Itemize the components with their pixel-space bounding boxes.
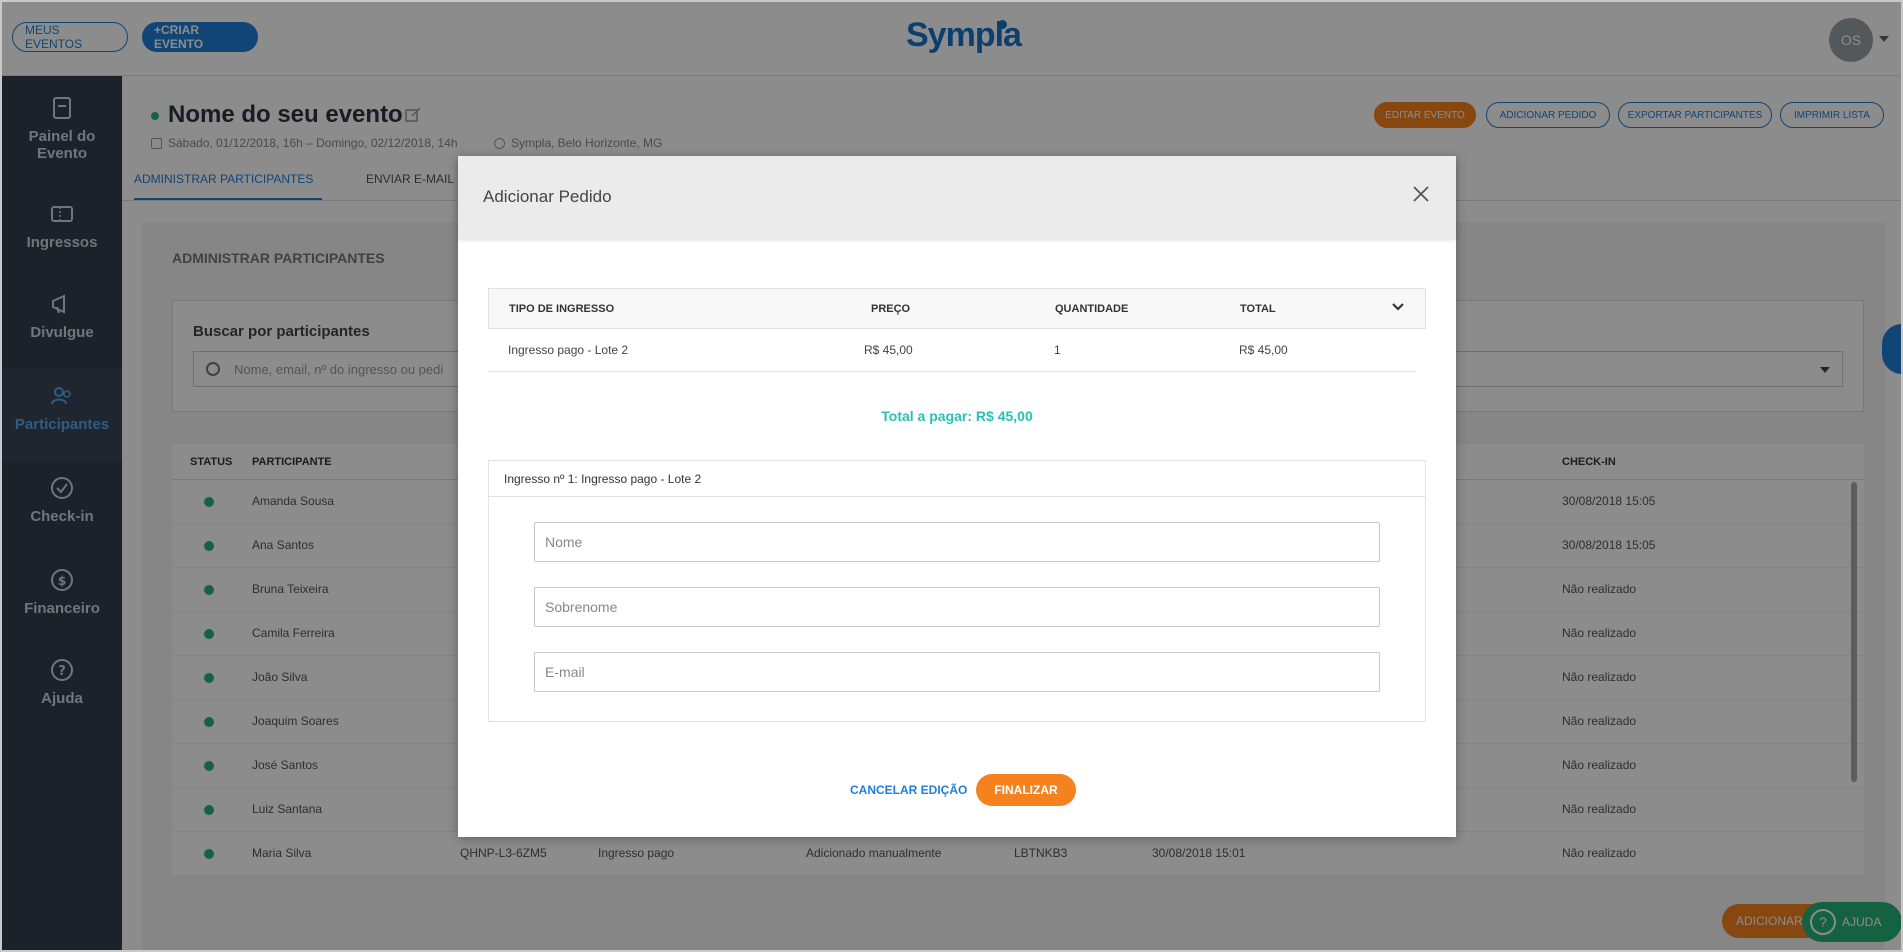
column-price: PREÇO bbox=[871, 303, 911, 315]
close-icon[interactable] bbox=[1409, 182, 1433, 206]
last-name-field[interactable]: Sobrenome bbox=[534, 587, 1380, 627]
column-ticket-type: TIPO DE INGRESSO bbox=[509, 303, 615, 315]
chevron-down-icon[interactable] bbox=[1391, 300, 1405, 314]
column-total: TOTAL bbox=[1240, 303, 1276, 315]
email-field[interactable]: E-mail bbox=[534, 652, 1380, 692]
finish-button[interactable]: FINALIZAR bbox=[976, 774, 1076, 806]
modal-title: Adicionar Pedido bbox=[483, 187, 612, 206]
ticket-type: Ingresso pago - Lote 2 bbox=[508, 343, 629, 357]
total-to-pay: Total a pagar: R$ 45,00 bbox=[881, 408, 1033, 424]
ticket-quantity: 1 bbox=[1054, 343, 1061, 357]
cancel-edit-button[interactable]: CANCELAR EDIÇÃO bbox=[850, 783, 967, 797]
app-window: MEUS EVENTOS +CRIAR EVENTO Sympla OS Pai… bbox=[0, 0, 1903, 952]
add-order-modal: Adicionar Pedido TIPO DE INGRESSO PREÇO … bbox=[458, 156, 1456, 837]
ticket-price: R$ 45,00 bbox=[864, 343, 913, 357]
ticket-form-header: Ingresso nº 1: Ingresso pago - Lote 2 bbox=[489, 461, 1425, 497]
modal-header: Adicionar Pedido bbox=[458, 156, 1456, 238]
first-name-field[interactable]: Nome bbox=[534, 522, 1380, 562]
order-table: TIPO DE INGRESSO PREÇO QUANTIDADE TOTAL … bbox=[488, 288, 1426, 372]
ticket-total: R$ 45,00 bbox=[1239, 343, 1288, 357]
order-row: Ingresso pago - Lote 2 R$ 45,00 1 R$ 45,… bbox=[488, 329, 1416, 372]
ticket-form: Ingresso nº 1: Ingresso pago - Lote 2 No… bbox=[488, 460, 1426, 722]
order-table-header: TIPO DE INGRESSO PREÇO QUANTIDADE TOTAL bbox=[488, 288, 1426, 329]
column-quantity: QUANTIDADE bbox=[1055, 303, 1129, 315]
